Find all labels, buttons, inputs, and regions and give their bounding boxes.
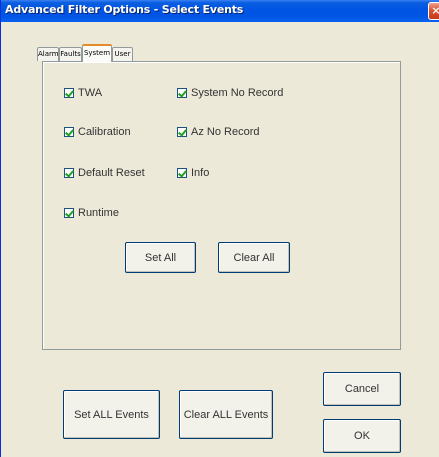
checkbox-checked-icon[interactable]: [177, 168, 187, 178]
clear-all-events-button[interactable]: Clear ALL Events: [179, 390, 273, 439]
checkbox-info[interactable]: Info: [177, 166, 209, 180]
checkbox-label: Runtime: [78, 207, 119, 219]
system-tab-panel: TWA System No Record Calibration Az No R…: [42, 61, 401, 350]
checkbox-label: Az No Record: [191, 126, 260, 138]
checkbox-label: Default Reset: [78, 167, 145, 179]
set-all-button[interactable]: Set All: [125, 242, 196, 273]
checkbox-label: Calibration: [78, 126, 131, 138]
window-title: Advanced Filter Options - Select Events: [5, 3, 244, 16]
checkbox-default-reset[interactable]: Default Reset: [64, 166, 145, 180]
checkbox-checked-icon[interactable]: [177, 127, 187, 137]
checkbox-checked-icon[interactable]: [64, 127, 74, 137]
set-all-events-button[interactable]: Set ALL Events: [63, 390, 160, 439]
checkbox-label: Info: [191, 167, 210, 179]
close-icon: ×: [431, 4, 439, 17]
checkbox-label: System No Record: [191, 87, 284, 99]
checkbox-runtime[interactable]: Runtime: [64, 206, 119, 220]
tab-user[interactable]: User: [112, 47, 133, 61]
close-button[interactable]: ×: [428, 2, 439, 20]
checkbox-calibration[interactable]: Calibration: [64, 125, 131, 139]
checkbox-label: TWA: [78, 87, 103, 99]
checkbox-system-no-record[interactable]: System No Record: [177, 86, 283, 100]
ok-button[interactable]: OK: [323, 419, 401, 453]
clear-all-button[interactable]: Clear All: [218, 242, 290, 273]
tab-system[interactable]: System: [82, 44, 112, 62]
checkbox-checked-icon[interactable]: [64, 208, 74, 218]
tab-faults[interactable]: Faults: [59, 47, 82, 61]
checkbox-checked-icon[interactable]: [64, 168, 74, 178]
checkbox-checked-icon[interactable]: [64, 88, 74, 98]
filter-dialog: Advanced Filter Options - Select Events …: [0, 0, 439, 457]
checkbox-twa[interactable]: TWA: [64, 86, 102, 100]
tab-alarm[interactable]: Alarm: [37, 47, 59, 61]
title-bar[interactable]: Advanced Filter Options - Select Events …: [1, 0, 439, 22]
checkbox-az-no-record[interactable]: Az No Record: [177, 125, 259, 139]
cancel-button[interactable]: Cancel: [323, 372, 401, 406]
checkbox-checked-icon[interactable]: [177, 88, 187, 98]
